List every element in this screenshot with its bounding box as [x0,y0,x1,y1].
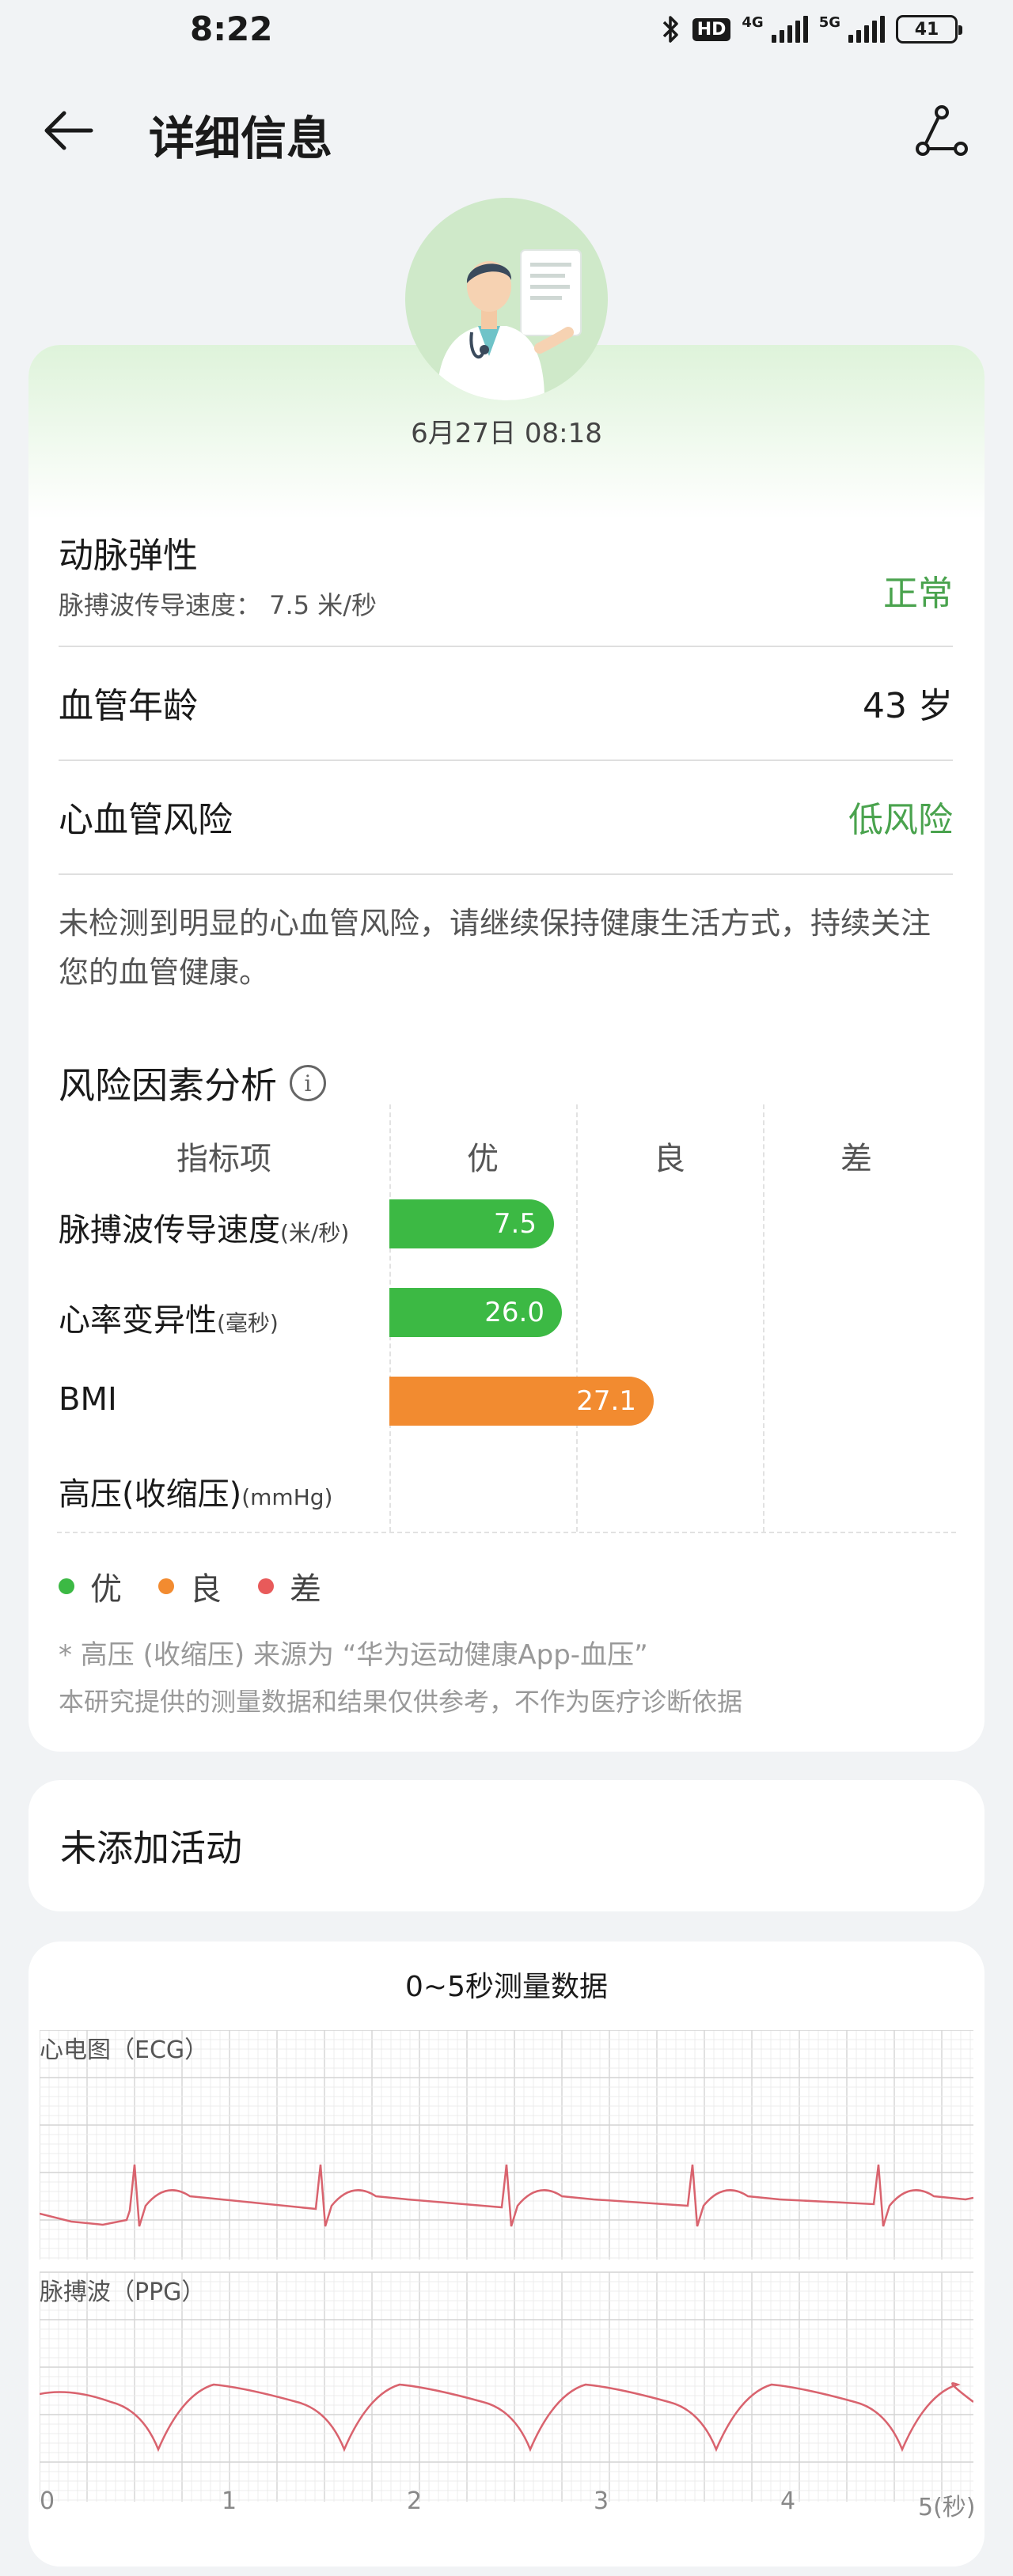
source-note: * 高压 (收缩压) 来源为 “华为运动健康App-血压” [59,1639,648,1671]
metric-label-sbp: 高压(收缩压)(mmHg) [59,1468,332,1514]
axis-tick: 2 [407,2487,423,2515]
doctor-avatar [405,198,608,400]
risk-analysis-header: 风险因素分析 i [59,1057,326,1109]
activity-text: 未添加活动 [60,1827,242,1869]
header: 详细信息 [0,87,1013,174]
doctor-illustration-icon [437,249,582,400]
divider [59,646,953,647]
metric-label-bmi: BMI [59,1381,117,1418]
metric-name: 脉搏波传导速度 [59,1212,280,1248]
status-icons: HD 4G 5G 41 [661,14,962,44]
share-button[interactable] [910,101,973,161]
cv-risk-row: 心血管风险 低风险 [59,791,953,842]
back-arrow-icon [44,111,93,150]
column-header-metric: 指标项 [176,1141,271,1177]
page-title: 详细信息 [149,112,333,165]
risk-description: 未检测到明显的心血管风险，请继续保持健康生活方式，持续关注您的血管健康。 [59,906,931,990]
axis-tick: 5(秒) [918,2494,976,2521]
artery-elasticity-row: 动脉弹性 脉搏波传导速度： 7.5 米/秒 正常 [59,527,953,622]
vessel-age-title: 血管年龄 [59,686,198,726]
network-label-5g: 5G [818,14,840,31]
waveform-chart [40,2030,973,2502]
status-time: 8:22 [190,9,273,48]
column-header-fair: 良 [654,1141,685,1177]
legend-fair: 良 [158,1563,222,1609]
metric-name: BMI [59,1381,117,1418]
divider [59,760,953,761]
cv-risk-value: 低风险 [848,800,953,840]
ppg-label: 脉搏波（PPG） [40,2279,206,2306]
legend-poor: 差 [258,1563,321,1609]
risk-analysis-title: 风险因素分析 [59,1064,277,1107]
summary-card: 6月27日 08:18 动脉弹性 脉搏波传导速度： 7.5 米/秒 正常 血管年… [28,345,985,1752]
share-icon [916,105,968,156]
column-header-good: 优 [467,1141,499,1177]
metric-bar-pwv: 7.5 [389,1199,554,1248]
ppg-waveform [40,2382,973,2453]
axis-tick: 1 [222,2487,237,2515]
back-button[interactable] [36,103,100,158]
battery-icon: 41 [896,15,962,44]
grid-line [57,1532,956,1533]
legend-dot [59,1578,74,1594]
divider [59,873,953,875]
metric-label-pwv: 脉搏波传导速度(米/秒) [59,1204,349,1250]
ecg-label: 心电图（ECG） [40,2036,209,2064]
metric-name: 心率变异性 [59,1302,217,1339]
risk-factor-table: 指标项 优 良 差 脉搏波传导速度(米/秒) 7.5 心率变异性(毫秒) 26.… [28,1104,985,1547]
legend: 优 良 差 [59,1563,321,1609]
vessel-age-value: 43 岁 [863,686,953,726]
artery-title: 动脉弹性 [59,536,198,576]
info-icon[interactable]: i [290,1065,326,1101]
metric-unit: (米/秒) [280,1220,350,1246]
waveform-title: 0~5秒测量数据 [405,1971,608,2003]
bluetooth-icon [662,16,678,43]
signal-icon [771,16,808,43]
activity-card[interactable]: 未添加活动 [28,1780,985,1911]
artery-subtitle: 脉搏波传导速度： 7.5 米/秒 [59,590,378,620]
metric-bar-bmi: 27.1 [389,1377,654,1426]
metric-value: 7.5 [493,1208,537,1240]
metric-label-hrv: 心率变异性(毫秒) [59,1294,279,1340]
status-bar: 8:22 HD 4G 5G 41 [0,0,1013,63]
cv-risk-title: 心血管风险 [59,800,233,840]
artery-status: 正常 [883,574,953,614]
axis-tick: 4 [780,2487,796,2515]
measure-date: 6月27日 08:18 [411,418,602,449]
legend-label: 差 [290,1571,321,1608]
legend-label: 良 [190,1571,222,1608]
legend-label: 优 [90,1571,122,1608]
network-label-4g: 4G [742,14,764,31]
legend-dot [158,1578,174,1594]
metric-bar-hrv: 26.0 [389,1288,562,1337]
metric-value: 27.1 [576,1385,636,1417]
metric-unit: (mmHg) [241,1484,333,1510]
signal-icon-2 [848,16,885,43]
metric-unit: (毫秒) [217,1310,279,1336]
metric-name: 高压(收缩压) [59,1476,242,1513]
column-header-poor: 差 [840,1141,872,1177]
hd-badge: HD [692,17,731,41]
metric-value: 26.0 [484,1297,544,1328]
legend-dot [258,1578,274,1594]
axis-tick: 3 [594,2487,609,2515]
axis-tick: 0 [40,2487,55,2515]
battery-level: 41 [914,19,939,40]
disclaimer-note: 本研究提供的测量数据和结果仅供参考，不作为医疗诊断依据 [59,1687,743,1717]
legend-good: 优 [59,1563,122,1609]
waveform-card: 0~5秒测量数据 心电图（ECG） 脉搏波（PPG） 0 1 2 3 4 5(秒… [28,1941,985,2567]
vessel-age-row: 血管年龄 43 岁 [59,677,953,728]
ecg-waveform [40,2164,973,2227]
